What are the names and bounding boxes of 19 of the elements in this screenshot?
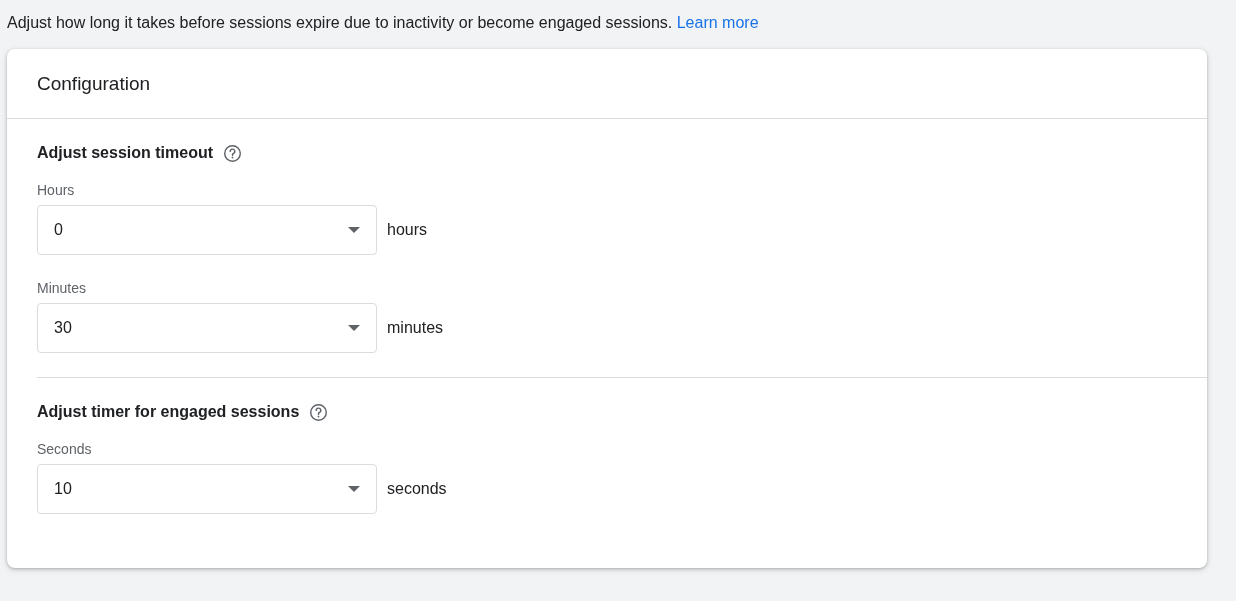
section-title: Adjust timer for engaged sessions	[37, 403, 300, 421]
field-label: Hours	[37, 182, 75, 198]
unit-label: seconds	[387, 480, 447, 498]
caret-icon	[348, 486, 360, 492]
unit-label: hours	[387, 221, 428, 239]
help-icon[interactable]	[309, 402, 329, 422]
caret-icon	[348, 325, 360, 331]
dropdown-field[interactable]: 30	[37, 303, 377, 353]
learn-more-link[interactable]: Learn more	[676, 14, 759, 31]
dropdown-field[interactable]: 10	[37, 464, 377, 514]
field-label: Minutes	[37, 280, 87, 296]
caret-icon	[348, 227, 360, 233]
intro-text: Adjust how long it takes before sessions expire due to inactivity or become engaged sessions. Learn more	[6, 13, 760, 33]
unit-label: minutes	[387, 319, 444, 337]
field-label: Seconds	[37, 441, 92, 457]
card-title: Configuration	[37, 72, 151, 95]
help-icon[interactable]	[223, 143, 243, 163]
dropdown-field[interactable]: 0	[37, 205, 377, 255]
section-title: Adjust session timeout	[37, 144, 214, 162]
